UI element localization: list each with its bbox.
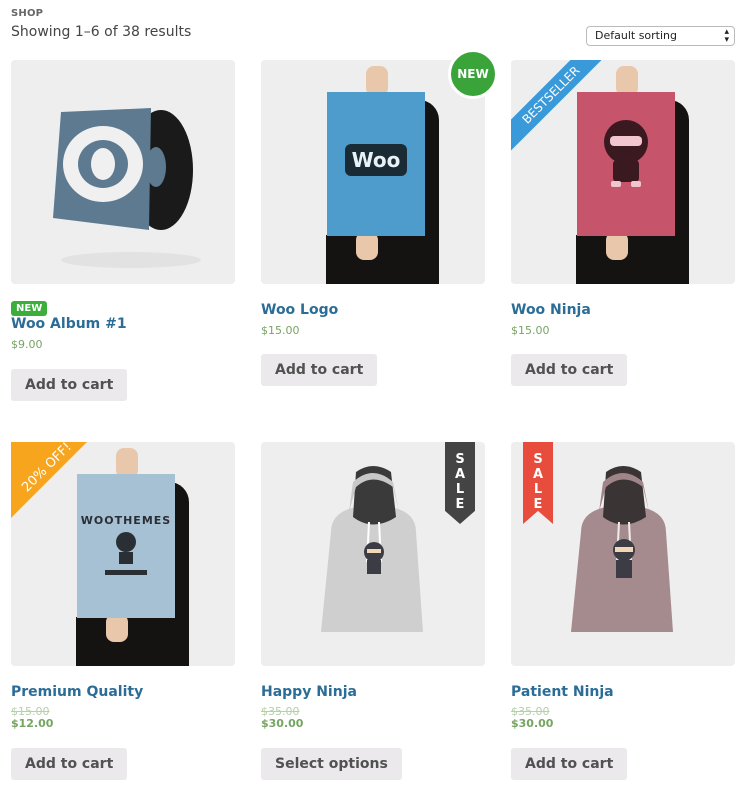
product-card: BESTSELLER Woo Ninja $15.00 Add to cart <box>511 60 735 390</box>
sale-price: $30.00 <box>511 717 554 730</box>
product-title[interactable]: Woo Ninja <box>511 302 591 318</box>
poster <box>577 92 675 236</box>
select-options-button[interactable]: Select options <box>261 748 402 780</box>
woo-logo: Woo <box>345 144 407 176</box>
product-card: Woo NEW Woo Logo $15.00 Add to cart <box>261 49 498 390</box>
product-title[interactable]: Woo Logo <box>261 302 338 318</box>
product-title[interactable]: Patient Ninja <box>511 684 614 700</box>
new-badge: NEW <box>448 49 498 99</box>
poster-title: WOOTHEMES <box>80 514 172 527</box>
new-badge: NEW <box>11 301 48 316</box>
ninja-illustration <box>604 120 648 187</box>
ninja-emblem <box>105 532 147 575</box>
poster: WOOTHEMES <box>77 474 175 618</box>
product-image-ninja-poster[interactable]: BESTSELLER <box>511 60 735 284</box>
product-image-album[interactable] <box>11 60 235 284</box>
add-to-cart-button[interactable]: Add to cart <box>261 354 378 386</box>
add-to-cart-button[interactable]: Add to cart <box>11 748 128 780</box>
select-arrows-icon: ▴ ▾ <box>724 27 729 45</box>
sale-price: $12.00 <box>11 717 54 730</box>
sorting-select[interactable]: Default sorting ▴ ▾ <box>586 26 735 46</box>
result-count: Showing 1–6 of 38 results <box>11 24 192 40</box>
breadcrumb[interactable]: SHOP <box>11 8 43 19</box>
product-card: SALE Patient Ninja $35.00 $30.00 Add to … <box>511 442 735 782</box>
album-illustration <box>53 108 201 268</box>
poster: Woo <box>327 92 425 236</box>
product-card: NEW Woo Album #1 $9.00 Add to cart <box>11 60 235 405</box>
product-title[interactable]: Premium Quality <box>11 684 143 700</box>
product-title[interactable]: Happy Ninja <box>261 684 357 700</box>
product-title[interactable]: Woo Album #1 <box>11 316 127 332</box>
add-to-cart-button[interactable]: Add to cart <box>511 354 628 386</box>
product-card: SALE Happy Ninja $35.00 $30.00 Select op… <box>261 442 485 782</box>
product-price: $15.00 <box>511 324 550 337</box>
add-to-cart-button[interactable]: Add to cart <box>11 369 128 401</box>
add-to-cart-button[interactable]: Add to cart <box>511 748 628 780</box>
product-price: $15.00 <box>261 324 300 337</box>
sorting-selected-label: Default sorting <box>595 29 677 42</box>
sale-badge: SALE <box>445 442 475 524</box>
product-image-woo-logo[interactable]: Woo <box>261 60 485 284</box>
product-price: $9.00 <box>11 338 43 351</box>
sale-price: $30.00 <box>261 717 304 730</box>
product-card: WOOTHEMES 20% OFF! Premium Quality $15.0… <box>11 440 235 782</box>
